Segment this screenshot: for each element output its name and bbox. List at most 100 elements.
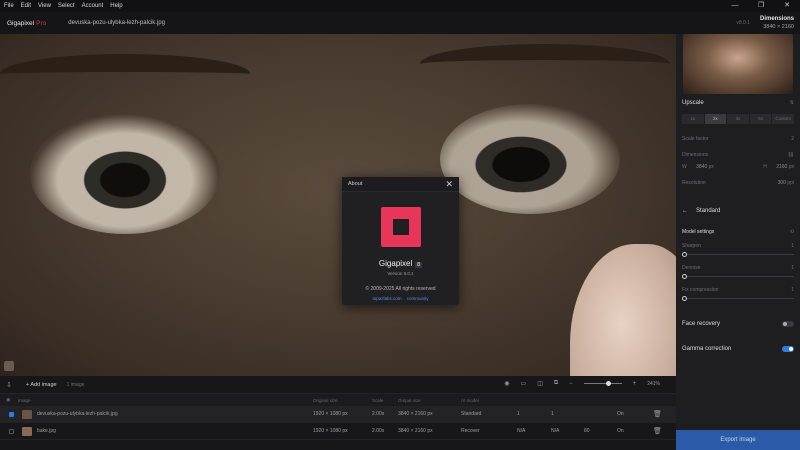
menu-view[interactable]: View [38,3,51,9]
row-gamma: On [617,428,624,434]
scale-selector: 1x 2x 4x 6x Custom [682,114,794,124]
menu-file[interactable]: File [4,3,14,9]
menu-select[interactable]: Select [58,3,75,9]
about-badge: 8 [415,262,423,268]
compression-value: 1 [791,287,794,293]
image-viewer[interactable] [0,34,676,376]
dimensions-row: Dimensions ⛓ [682,152,794,158]
slider-sharpen-row: Sharpen 1 [682,243,794,249]
row-gamma: On [617,411,624,417]
scale-option-2x[interactable]: 2x [704,114,727,124]
menu-account[interactable]: Account [82,3,104,9]
reset-icon[interactable]: ⟲ [790,229,794,235]
height-input[interactable]: 2160 [776,164,787,170]
denoise-slider[interactable] [682,274,794,279]
face-recovery-toggle[interactable] [782,321,794,327]
model-settings-header: Model settings ⟲ [682,229,794,235]
close-window-icon[interactable]: ✕ [774,0,800,12]
row-thumbnail [22,409,32,419]
scale-option-1x[interactable]: 1x [682,114,704,124]
about-title: About [348,181,363,187]
model-row[interactable]: ← Standard [682,208,794,214]
sharpen-value: 1 [791,243,794,249]
table-row[interactable]: devuska-pozu-ulybka-lezh-palcik.jpg 1920… [0,406,676,423]
about-header: About ✕ [342,177,459,192]
slider-handle[interactable] [682,274,687,279]
side-by-side-icon[interactable]: ⧉ [554,380,558,387]
sort-icon[interactable]: ⇩ [6,381,12,389]
menu-help[interactable]: Help [110,3,122,9]
row-output-size: 3840 × 2160 px [398,428,433,434]
preview-thumbnail[interactable] [683,34,793,94]
trash-icon[interactable]: 🗑 [653,427,662,435]
restore-icon[interactable]: ❐ [748,0,774,12]
photo-brow-right [420,44,670,84]
scale-factor-label: Scale factor [682,136,709,142]
gamma-label: Gamma correction [682,346,732,352]
face-recovery-row: Face recovery [682,321,794,327]
row-checkbox[interactable] [9,428,14,434]
row-face: 80 [584,428,590,434]
table-row[interactable]: bake.jpg 1920 × 1080 px 2.00x 3840 × 216… [0,423,676,440]
scale-option-4x[interactable]: 4x [727,114,749,124]
export-image-button[interactable]: Export image [676,430,800,450]
row-denoise: 1 [551,411,554,417]
gamma-row: Gamma correction [682,346,794,352]
scale-factor-row: Scale factor 2 [682,136,794,142]
width-input[interactable]: 3840 [696,164,707,170]
close-icon[interactable]: ✕ [445,179,453,190]
col-output-size: Output size [398,397,421,403]
slider-handle[interactable] [682,296,687,301]
add-image-button[interactable]: + Add image [26,382,57,388]
size-inputs: W 3840 px H 2160 px [682,164,794,170]
zoom-in-icon[interactable]: + [633,381,637,387]
menu-bar: File Edit View Select Account Help [0,0,800,12]
app-version: v8.0.1 [736,20,750,26]
sharpen-slider[interactable] [682,252,794,257]
dimensions-readout: Dimensions 3840 × 2160 [760,16,794,30]
row-sharpen: N/A [517,428,526,434]
upscale-label: Upscale [682,100,704,106]
eye-icon[interactable]: ◉ [504,380,509,387]
about-dialog: About ✕ Gigapixel 8 Version 8.0.1 © 2009-… [342,177,459,305]
single-view-icon[interactable]: ▭ [521,380,527,387]
resolution-group: 300 ppi [778,180,794,186]
zoom-out-icon[interactable]: − [569,381,573,387]
split-view-icon[interactable]: ◫ [537,380,543,387]
gamma-toggle[interactable] [782,346,794,352]
scale-option-custom[interactable]: Custom [772,114,794,124]
compare-icon[interactable]: ⇅ [790,100,794,106]
row-model: Recover [461,428,480,434]
scale-option-6x[interactable]: 6x [749,114,772,124]
slider-handle[interactable] [682,252,687,257]
back-arrow-icon[interactable]: ← [682,208,688,214]
image-count: 1 image [66,381,85,388]
title-bar: Gigapixel Pro devuska-pozu-ulybka-lezh-pa… [0,2,800,34]
website-link[interactable]: topazlabs.com [372,296,401,301]
zoom-level: 241% [647,380,660,387]
resolution-label: Resolution [682,180,706,186]
row-original-size: 1920 × 1080 px [313,428,348,434]
photo-finger [570,244,676,376]
image-queue: ⇩ + Add image 1 image ◉ ▭ ◫ ⧉ − + 241% ▣… [0,376,676,450]
add-image-label: Add image [30,381,57,388]
about-name-text: Gigapixel [378,259,413,268]
navigator-icon[interactable] [4,361,14,371]
photo-brow-left [0,54,250,94]
select-all-checkbox[interactable]: ▣ [6,397,10,403]
resolution-input[interactable]: 300 [778,180,786,186]
about-links: topazlabs.com community [342,296,459,301]
community-link[interactable]: community [407,296,429,301]
compression-slider[interactable] [682,296,794,301]
col-scale: Scale [372,397,384,403]
minimize-icon[interactable]: — [722,0,748,12]
app-brand: Gigapixel Pro [7,20,46,27]
photo-eye-left [30,114,220,234]
zoom-slider[interactable] [583,381,622,386]
menu-edit[interactable]: Edit [21,3,31,9]
about-version: Version 8.0.1 [387,271,414,276]
link-icon[interactable]: ⛓ [788,152,794,158]
row-checkbox[interactable] [9,411,14,417]
scale-factor-value[interactable]: 2 [791,136,794,142]
trash-icon[interactable]: 🗑 [653,410,662,418]
